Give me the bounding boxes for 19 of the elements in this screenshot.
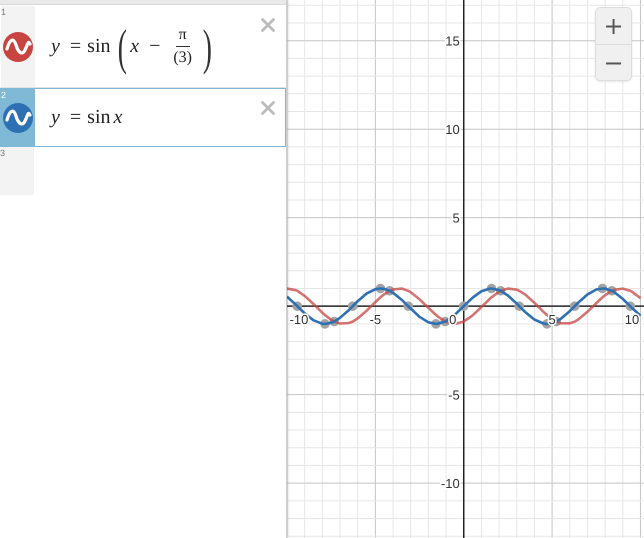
wave-icon[interactable] (3, 32, 33, 62)
wave-icon[interactable] (3, 102, 33, 132)
tick-label: -5 (448, 388, 460, 403)
expression-row[interactable]: 2 y = sinx (0, 88, 286, 147)
zoom-in-button[interactable]: + (596, 8, 631, 44)
row-number: 1 (1, 7, 6, 17)
tick-label: -10 (440, 476, 460, 492)
row-number: 3 (0, 148, 6, 158)
tick-label: -5 (370, 312, 382, 328)
tick-label: 15 (445, 34, 460, 49)
tick-label: 10 (445, 122, 460, 138)
tick-label: 5 (548, 312, 556, 328)
zoom-out-button[interactable]: − (596, 44, 631, 80)
row-number: 2 (1, 90, 6, 100)
tick-label: 5 (452, 210, 460, 226)
math-formula[interactable]: y = sinx (51, 106, 126, 129)
graph-curves[interactable] (287, 287, 642, 326)
tick-label: -10 (290, 312, 308, 328)
tick-label: 10 (624, 312, 640, 328)
